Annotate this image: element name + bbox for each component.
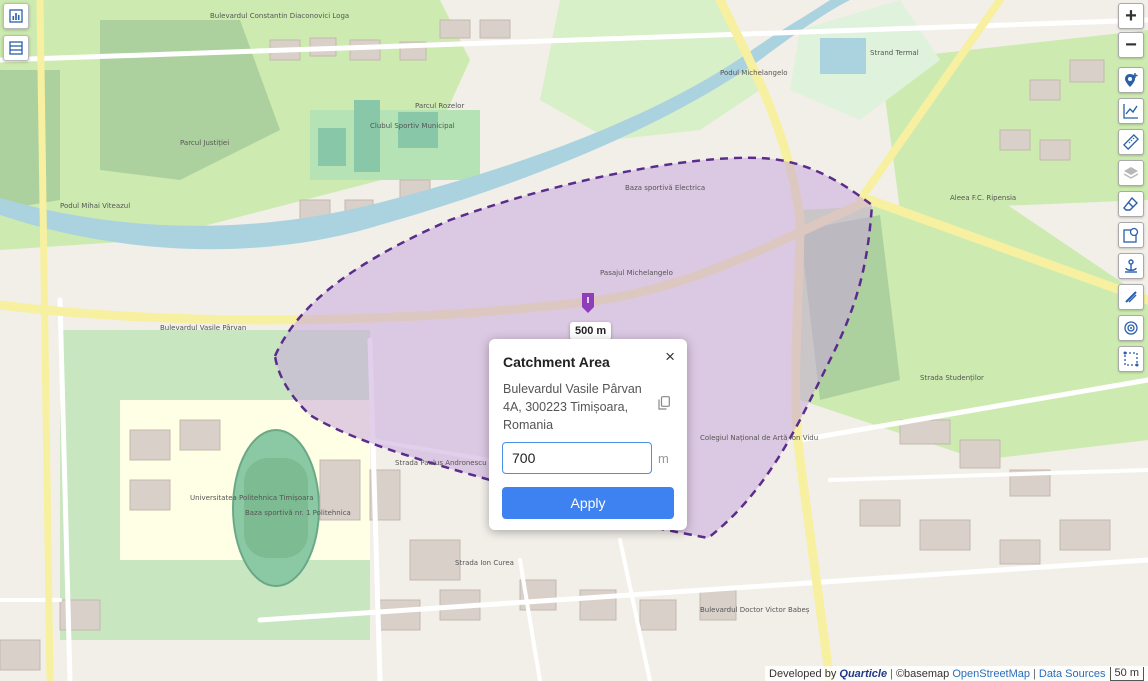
- pitch: [354, 100, 380, 172]
- close-icon[interactable]: ×: [665, 348, 675, 366]
- zoom-out-icon: −: [1125, 33, 1137, 56]
- clear-button[interactable]: [1118, 284, 1144, 310]
- scale-bar: 50 m: [1109, 666, 1144, 681]
- place-label: Strand Termal: [870, 49, 919, 57]
- zoom-in-button[interactable]: +: [1118, 3, 1144, 29]
- street-label: Strada Ion Curea: [455, 559, 514, 567]
- pitch: [398, 112, 438, 148]
- zoom-controls: + −: [1118, 3, 1144, 58]
- place-label: Podul Mihai Viteazul: [60, 202, 130, 210]
- place-label: Universitatea Politehnica Timișoara: [190, 494, 314, 502]
- layers-button[interactable]: [1118, 160, 1144, 186]
- place-label: Colegiul Național de Artă Ion Vidu: [700, 434, 818, 443]
- place-label: Baza sportivă Electrica: [625, 184, 705, 192]
- catchment-popup: Catchment Area × Bulevardul Vasile Pârva…: [489, 339, 687, 530]
- place-label: Clubul Sportiv Municipal: [370, 122, 455, 130]
- layers-icon: [1123, 167, 1139, 179]
- location-marker-icon[interactable]: [582, 293, 594, 313]
- copy-icon[interactable]: [658, 396, 670, 410]
- apply-button[interactable]: Apply: [502, 487, 674, 519]
- layers-list-icon: [9, 41, 23, 55]
- chart-button[interactable]: [3, 3, 29, 29]
- place-label: Podul Michelangelo: [720, 69, 788, 77]
- street-label: Bulevardul Vasile Pârvan: [160, 324, 246, 332]
- anchor-icon: [1125, 259, 1137, 273]
- line-chart-button[interactable]: [1118, 98, 1144, 124]
- radius-label: 500 m: [570, 322, 612, 340]
- street-label: Pasajul Michelangelo: [600, 269, 673, 277]
- eraser-icon: [1123, 196, 1138, 211]
- target-icon: [1124, 321, 1138, 335]
- chart-icon: [9, 9, 23, 23]
- attribution-bar: Developed by Quarticle | ©basemap OpenSt…: [765, 666, 1148, 681]
- street-label: Strada Studenților: [920, 374, 984, 383]
- place-label: Parcul Justiției: [180, 139, 229, 148]
- target-button[interactable]: [1118, 315, 1144, 341]
- separator: |: [1033, 667, 1036, 680]
- place-label: Parcul Rozelor: [415, 102, 464, 110]
- clear-icon: [1125, 291, 1137, 303]
- separator: |: [890, 667, 893, 680]
- radius-input[interactable]: [502, 442, 652, 474]
- street-label: Aleea F.C. Ripensia: [950, 194, 1016, 202]
- map-toolbar: + −: [1118, 3, 1144, 377]
- place-label: Baza sportivă nr. 1 Politehnica: [245, 509, 351, 517]
- popup-title: Catchment Area: [503, 354, 610, 370]
- street-label: Bulevardul Doctor Victor Babeș: [700, 606, 810, 614]
- osm-link[interactable]: OpenStreetMap: [952, 668, 1030, 680]
- street-label: Bulevardul Constantin Diaconovici Loga: [210, 12, 349, 20]
- add-marker-button[interactable]: [1118, 67, 1144, 93]
- popup-address: Bulevardul Vasile Pârvan 4A, 300223 Timi…: [503, 382, 642, 432]
- line-chart-icon: [1123, 104, 1138, 119]
- unit-label: m: [658, 451, 669, 466]
- isochrone-icon: [1123, 227, 1139, 243]
- developed-by-text: Developed by: [769, 667, 837, 680]
- select-area-button[interactable]: [1118, 346, 1144, 372]
- select-area-icon: [1123, 351, 1139, 367]
- pitch: [318, 128, 346, 166]
- ruler-icon: [1123, 134, 1139, 150]
- pool: [820, 38, 866, 74]
- wooded-area: [0, 70, 60, 210]
- isochrone-button[interactable]: [1118, 222, 1144, 248]
- layers-list-button[interactable]: [3, 35, 29, 61]
- data-sources-link[interactable]: Data Sources: [1039, 668, 1106, 680]
- zoom-in-icon: +: [1125, 4, 1137, 27]
- anchor-button[interactable]: [1118, 253, 1144, 279]
- eraser-button[interactable]: [1118, 191, 1144, 217]
- add-marker-icon: [1125, 73, 1138, 87]
- stadium-field: [244, 458, 308, 558]
- brand-link[interactable]: Quarticle: [839, 668, 887, 680]
- zoom-out-button[interactable]: −: [1118, 32, 1144, 58]
- ruler-button[interactable]: [1118, 129, 1144, 155]
- street-label: Strada Paulus Andronescu: [395, 459, 487, 467]
- basemap-text: ©basemap: [895, 667, 950, 680]
